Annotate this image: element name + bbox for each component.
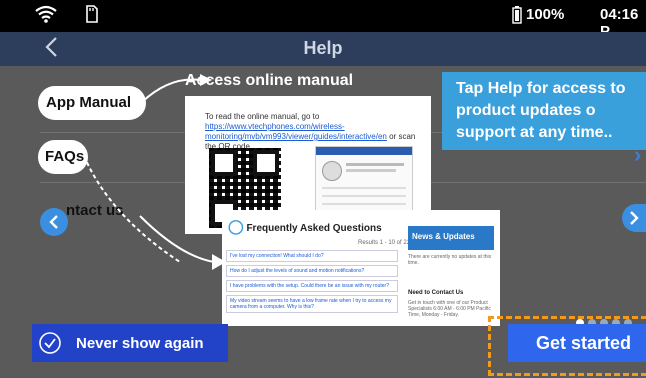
news-text: There are currently no updates at this t… [408, 254, 492, 266]
faq-title-row: ◯ Frequently Asked Questions [228, 218, 382, 235]
battery-level: 100% [526, 6, 565, 23]
annotation-access-manual: Access online manual [185, 72, 354, 89]
lightbulb-icon: ◯ [228, 218, 244, 234]
never-show-again-button[interactable]: Never show again [32, 324, 228, 362]
faq-results: Results 1 - 10 of 22 [358, 240, 411, 246]
faq-item[interactable]: I've lost my connection! What should I d… [226, 250, 398, 262]
check-circle-icon [38, 331, 62, 360]
next-button[interactable] [622, 204, 646, 232]
previous-button[interactable] [40, 208, 68, 236]
news-title: News & Updates [408, 226, 494, 250]
faq-preview-card: ◯ Frequently Asked Questions Results 1 -… [222, 210, 500, 326]
sd-card-icon [86, 5, 98, 27]
never-show-again-label: Never show again [76, 335, 204, 352]
faq-list: I've lost my connection! What should I d… [226, 250, 398, 316]
faq-title: Frequently Asked Questions [246, 223, 382, 234]
manual-link[interactable]: https://www.vtechphones.com/wireless-mon… [205, 122, 387, 141]
page-title: Help [303, 38, 343, 58]
manual-text-1: To read the online manual, go to [205, 112, 320, 121]
wifi-icon [34, 4, 58, 28]
faq-item[interactable]: My video stream seems to have a low fram… [226, 295, 398, 313]
chevron-right-icon [630, 211, 639, 225]
contact-title: Need to Contact Us [408, 290, 464, 296]
chevron-left-icon [49, 215, 58, 229]
header-bar: Help [0, 32, 646, 66]
status-bar: 100% 04:16 P [0, 0, 646, 40]
get-started-highlight [488, 316, 646, 376]
help-tip: Tap Help for access to product updates o… [442, 72, 646, 150]
faq-item[interactable]: How do I adjust the levels of sound and … [226, 265, 398, 277]
battery-icon [512, 6, 522, 28]
contact-text: Get in touch with one of our Product Spe… [408, 300, 491, 318]
faq-item[interactable]: I have problems with the setup. Could th… [226, 280, 398, 292]
